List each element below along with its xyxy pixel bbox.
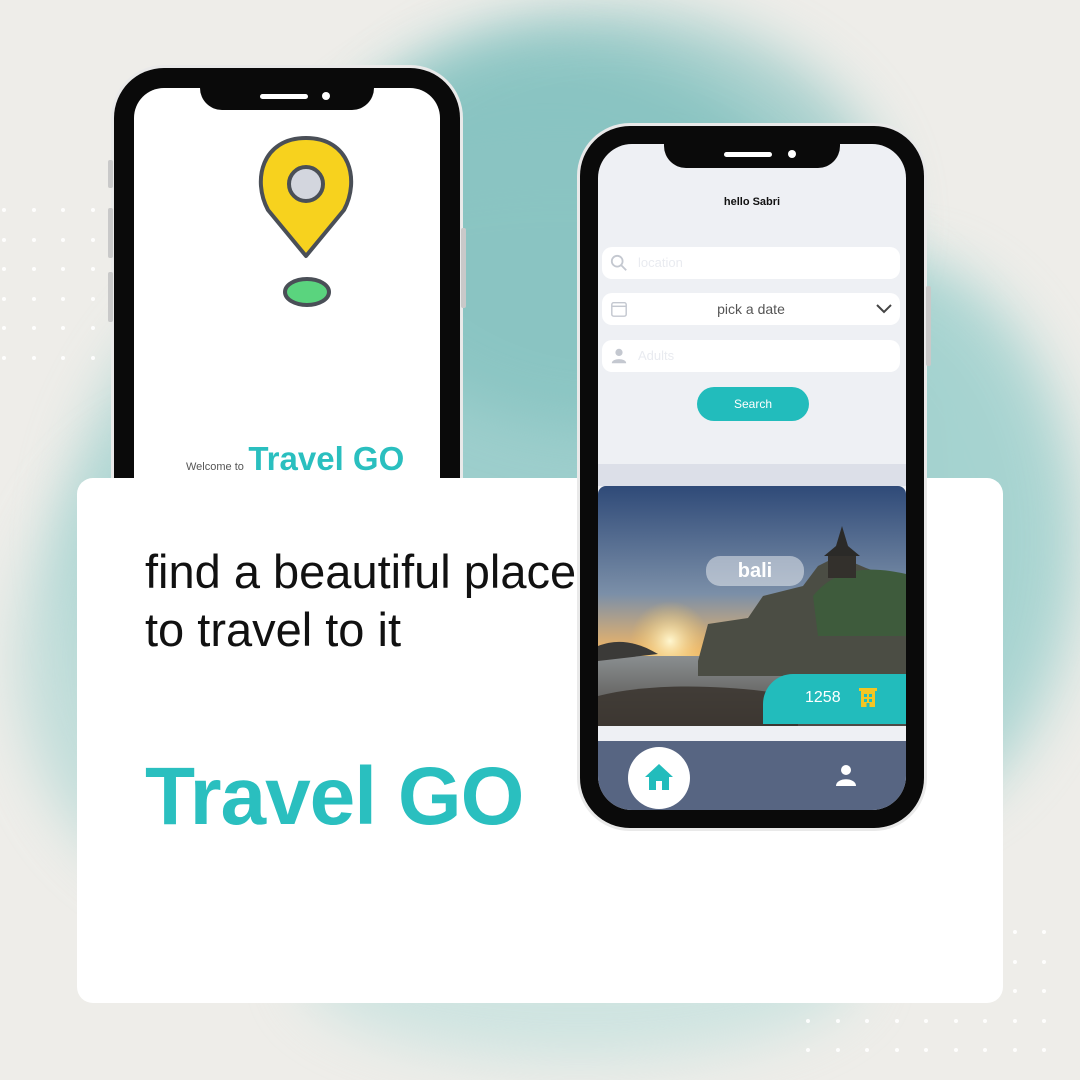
greeting: hello Sabri (723, 196, 781, 208)
nav-home-button[interactable] (628, 747, 690, 809)
splash-screen: Welcome to Travel GO (134, 88, 440, 488)
phone-notch (200, 86, 374, 110)
adults-field[interactable]: Adults (602, 340, 900, 372)
search-button[interactable]: Search (697, 387, 809, 421)
nav-profile-button[interactable] (834, 763, 858, 787)
welcome-heading: Welcome to Travel GO (186, 440, 404, 478)
section-divider (598, 464, 906, 486)
location-placeholder: location (638, 255, 683, 270)
home-icon (645, 764, 673, 790)
chevron-down-icon (876, 304, 892, 314)
location-field[interactable]: location (602, 247, 900, 279)
date-label: pick a date (717, 301, 785, 317)
hotel-count-badge: 1258 (763, 674, 906, 724)
destination-name: bali (706, 556, 804, 586)
splash-phone: Welcome to Travel GO (108, 68, 466, 488)
location-pin-icon (258, 136, 354, 307)
destination-card[interactable]: bali 1258 (598, 486, 906, 726)
phone-notch (664, 144, 840, 168)
home-phone: hello Sabri location pick a date Adults … (580, 126, 931, 828)
splash-brand: Travel GO (248, 440, 405, 477)
promo-brand: Travel GO (145, 751, 524, 842)
search-icon (610, 254, 627, 271)
bottom-nav (598, 741, 906, 810)
welcome-prefix: Welcome to (186, 461, 244, 473)
hotel-count: 1258 (805, 689, 841, 706)
user-icon (611, 348, 627, 364)
adults-placeholder: Adults (638, 348, 675, 363)
hotel-icon (859, 688, 877, 707)
home-screen: hello Sabri location pick a date Adults … (598, 144, 906, 810)
promo-tagline: find a beautiful place to travel to it (145, 545, 577, 656)
date-picker[interactable]: pick a date (602, 293, 900, 325)
